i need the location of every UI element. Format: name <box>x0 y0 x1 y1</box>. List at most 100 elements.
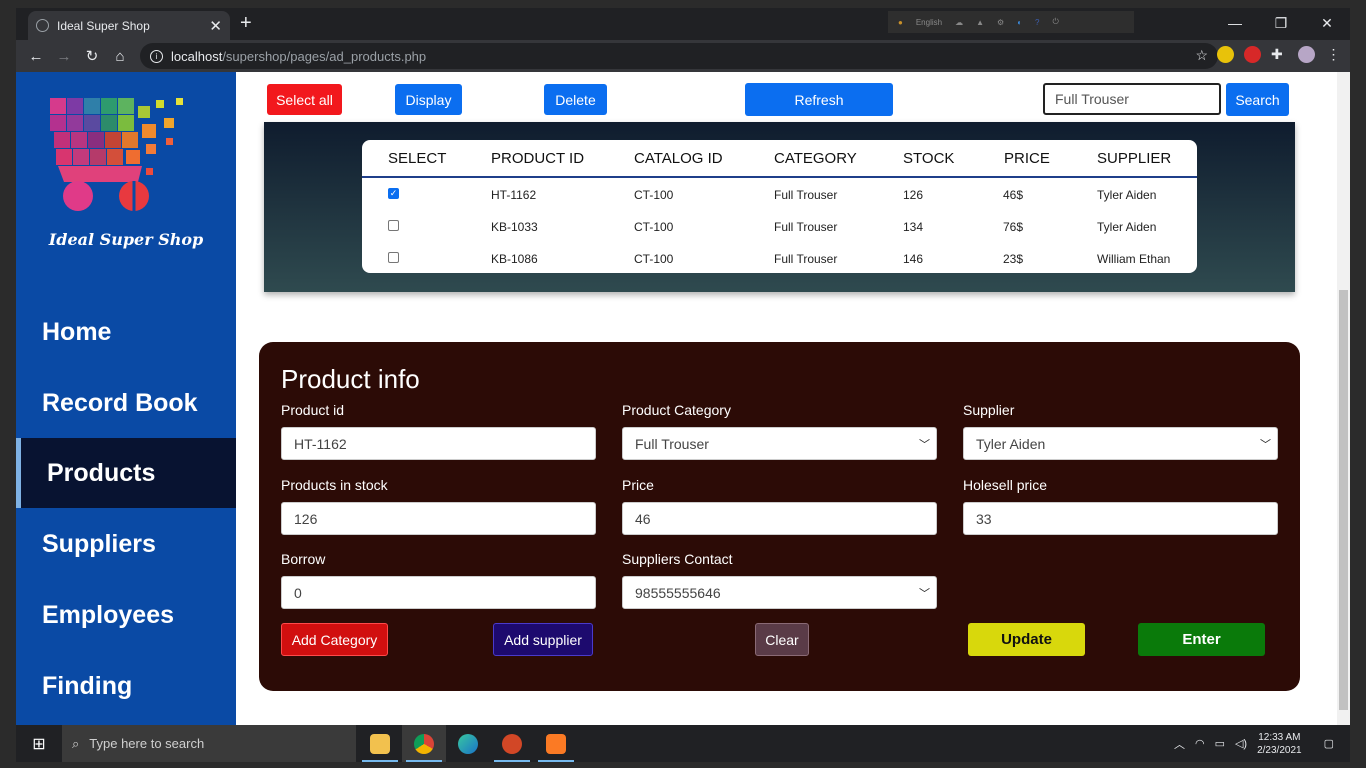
borrow-field[interactable]: 0 <box>281 576 596 609</box>
language-tray: ● English ☁ ▲ ⚙ ◐ ? ⏻ <box>888 11 1134 33</box>
scrollbar-thumb[interactable] <box>1339 290 1348 710</box>
address-bar[interactable]: i localhost/supershop/pages/ad_products.… <box>140 43 1218 69</box>
col-header-product-id: PRODUCT ID <box>491 150 585 167</box>
select-all-button[interactable]: Select all <box>267 84 342 115</box>
display-button[interactable]: Display <box>395 84 462 115</box>
col-header-price: PRICE <box>1004 150 1050 167</box>
sidebar-item-employees[interactable]: Employees <box>16 580 236 650</box>
window-controls: — ❐ ✕ <box>1212 8 1350 38</box>
forward-arrow-icon[interactable]: → <box>50 48 78 65</box>
wifi-icon[interactable]: ◠ <box>1195 737 1205 750</box>
table-row[interactable]: ✓ HT-1162 CT-100 Full Trouser 126 46$ Ty… <box>362 180 1197 212</box>
browser-tab[interactable]: Ideal Super Shop ✕ <box>28 11 230 40</box>
product-category-value: Full Trouser <box>635 435 709 452</box>
row-checkbox[interactable] <box>388 252 399 263</box>
product-info-title: Product info <box>281 364 420 394</box>
product-id-field[interactable]: HT-1162 <box>281 427 596 460</box>
address-bar-row: ← → ↻ ⌂ i localhost/supershop/pages/ad_p… <box>16 40 1350 72</box>
sidebar-item-record-book[interactable]: Record Book <box>16 368 236 438</box>
edge-icon <box>458 733 478 754</box>
cell-catalog-id: CT-100 <box>634 188 674 202</box>
chrome-app[interactable] <box>402 725 446 762</box>
powerpoint-app[interactable] <box>490 725 534 762</box>
help-icon: ? <box>1035 17 1040 27</box>
clear-button[interactable]: Clear <box>755 623 809 656</box>
info-icon[interactable]: i <box>150 49 163 63</box>
products-table: SELECT PRODUCT ID CATALOG ID CATEGORY ST… <box>362 140 1197 273</box>
chevron-down-icon: ﹀ <box>919 439 930 451</box>
menu-dots-icon[interactable]: ⋮ <box>1325 46 1342 63</box>
delete-button[interactable]: Delete <box>544 84 607 115</box>
borrow-label: Borrow <box>281 551 326 567</box>
add-category-button[interactable]: Add Category <box>281 623 388 656</box>
page-content: Ideal Super Shop Home Record Book Produc… <box>16 72 1350 725</box>
volume-icon[interactable]: ◁) <box>1235 737 1247 750</box>
restore-icon[interactable]: ❐ <box>1258 8 1304 38</box>
profile-avatar[interactable] <box>1298 46 1315 63</box>
supplier-label: Supplier <box>963 402 1015 418</box>
file-explorer-app[interactable] <box>358 725 402 762</box>
cell-price: 76$ <box>1003 220 1024 234</box>
cell-supplier: Tyler Aiden <box>1097 220 1157 234</box>
update-button[interactable]: Update <box>968 623 1085 656</box>
search-button[interactable]: Search <box>1226 83 1289 116</box>
settings-icon: ⚙ <box>997 17 1005 27</box>
price-label: Price <box>622 477 654 493</box>
col-header-stock: STOCK <box>903 150 955 167</box>
page-scrollbar[interactable] <box>1337 72 1350 725</box>
sidebar-item-home[interactable]: Home <box>16 297 236 367</box>
url-host: localhost <box>171 48 223 64</box>
new-tab-button[interactable]: + <box>240 12 252 35</box>
sidebar-item-suppliers[interactable]: Suppliers <box>16 509 236 579</box>
stock-field[interactable]: 126 <box>281 502 596 535</box>
vpn-extension-icon[interactable] <box>1217 46 1234 63</box>
close-window-icon[interactable]: ✕ <box>1304 8 1350 38</box>
row-checkbox[interactable]: ✓ <box>388 188 399 199</box>
windows-start-icon[interactable]: ⊞ <box>16 725 62 762</box>
row-checkbox[interactable] <box>388 220 399 231</box>
notifications-icon[interactable]: ▢ <box>1324 737 1334 750</box>
minimize-icon[interactable]: — <box>1212 8 1258 38</box>
sidebar: Ideal Super Shop Home Record Book Produc… <box>16 72 236 725</box>
battery-icon[interactable]: ▭ <box>1215 737 1225 750</box>
supplier-select[interactable]: Tyler Aiden ﹀ <box>963 427 1278 460</box>
search-input[interactable]: Full Trouser <box>1043 83 1221 115</box>
product-category-select[interactable]: Full Trouser ﹀ <box>622 427 937 460</box>
table-row[interactable]: KB-1033 CT-100 Full Trouser 134 76$ Tyle… <box>362 212 1197 244</box>
suppliers-contact-value: 98555555646 <box>635 584 721 601</box>
extensions: ✚ ⋮ <box>1217 46 1342 63</box>
cell-product-id: HT-1162 <box>491 188 537 202</box>
table-row[interactable]: KB-1086 CT-100 Full Trouser 146 23$ Will… <box>362 244 1197 273</box>
language-label: English <box>915 17 943 27</box>
puzzle-icon[interactable]: ✚ <box>1271 46 1288 63</box>
cell-catalog-id: CT-100 <box>634 220 674 234</box>
close-tab-icon[interactable]: ✕ <box>209 17 222 35</box>
product-info-panel: Product info Product id HT-1162 Product … <box>259 342 1300 691</box>
system-tray: ︿ ◠ ▭ ◁) 12:33 AM 2/23/2021 ▢ <box>1174 725 1350 762</box>
refresh-button[interactable]: Refresh <box>745 83 893 116</box>
back-arrow-icon[interactable]: ← <box>22 48 50 65</box>
suppliers-contact-select[interactable]: 98555555646 ﹀ <box>622 576 937 609</box>
cell-stock: 126 <box>903 188 924 202</box>
chevron-up-icon[interactable]: ︿ <box>1174 736 1185 752</box>
url-path: /supershop/pages/ad_products.php <box>222 48 427 64</box>
xampp-icon <box>546 733 566 754</box>
price-field[interactable]: 46 <box>622 502 937 535</box>
cell-stock: 134 <box>903 220 924 234</box>
taskbar: ⊞ ⌕ Type here to search ︿ ◠ ▭ ◁) 12:33 A… <box>16 725 1350 762</box>
clock[interactable]: 12:33 AM 2/23/2021 <box>1257 731 1302 757</box>
edge-app[interactable] <box>446 725 490 762</box>
adblock-extension-icon[interactable] <box>1244 46 1261 63</box>
sidebar-item-finding[interactable]: Finding <box>16 651 236 721</box>
taskbar-search[interactable]: ⌕ Type here to search <box>62 725 356 762</box>
xampp-app[interactable] <box>534 725 578 762</box>
reload-icon[interactable]: ↻ <box>78 47 106 65</box>
sidebar-item-products[interactable]: Products <box>16 438 236 508</box>
home-icon[interactable]: ⌂ <box>106 48 134 65</box>
enter-button[interactable]: Enter <box>1138 623 1265 656</box>
bookmark-star-icon[interactable]: ☆ <box>1195 47 1208 64</box>
add-supplier-button[interactable]: Add supplier <box>493 623 593 656</box>
table-header: SELECT PRODUCT ID CATALOG ID CATEGORY ST… <box>362 140 1197 178</box>
chrome-icon <box>414 733 434 754</box>
holesell-price-field[interactable]: 33 <box>963 502 1278 535</box>
